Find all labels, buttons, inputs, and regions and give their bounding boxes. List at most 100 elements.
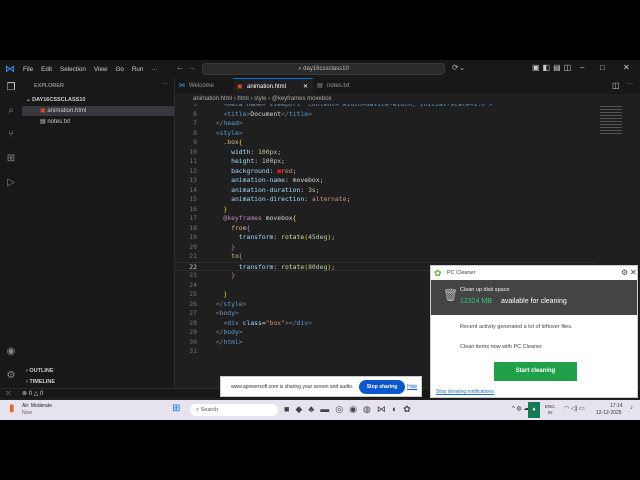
code-token: transform	[238, 262, 274, 271]
search-icon[interactable]: ⌕	[5, 105, 17, 117]
run-debug-icon[interactable]: ▷	[5, 177, 17, 189]
breadcrumb-style[interactable]: style	[254, 96, 266, 102]
menu-file[interactable]: File	[23, 66, 33, 73]
tab-welcome[interactable]: ⋈ Welcome	[175, 78, 233, 94]
system-tray-icons[interactable]: ^ ◍ ☁	[512, 405, 529, 412]
command-center-search[interactable]: ⌕ day16cssclass10	[202, 63, 445, 75]
line-number: 24	[189, 280, 197, 289]
line-number: 9	[193, 138, 197, 146]
error-count: 0	[28, 391, 33, 397]
pc-cleaner-notification: ✿ PC Cleaner ⚙ ✕ 🗑 Clean up disk space 1…	[430, 265, 638, 398]
code-token: :	[300, 185, 309, 194]
weather-icon[interactable]: ▮	[9, 403, 15, 414]
layout-icons[interactable]: ▣◧▤◫	[532, 63, 574, 72]
line-number: 12	[189, 166, 197, 175]
pinned-apps[interactable]: ■◆♣▬◎◉◍⋈◐✿	[284, 404, 417, 415]
code-token: ;	[346, 195, 351, 203]
tab-notes-txt[interactable]: ▤ notes.txt	[313, 78, 358, 94]
tab-animation-html[interactable]: ▣ animation.html ✕	[233, 78, 313, 94]
folder-item[interactable]: ⌄ DAY16CSSCLASS10	[26, 97, 85, 103]
more-actions-icon[interactable]: ···	[627, 81, 633, 87]
breadcrumb-keyframes[interactable]: @keyframes movebox	[272, 96, 332, 102]
line-number: 8	[193, 128, 197, 137]
line-number: 13	[189, 176, 197, 184]
menu-selection[interactable]: Selection	[60, 66, 86, 73]
network-volume-battery-icons[interactable]: ◠ ◁) ▭	[564, 405, 585, 412]
source-control-icon[interactable]: ⑂	[5, 129, 17, 141]
forward-arrow-icon[interactable]: →	[188, 63, 196, 72]
tab-label: notes.txt	[327, 83, 350, 89]
menu-more[interactable]: ···	[151, 66, 157, 73]
breadcrumb-html[interactable]: html	[237, 96, 248, 102]
file-item-animation[interactable]: ▣ animation.html	[22, 106, 174, 116]
clock-date[interactable]: 12-12-2025	[596, 410, 622, 416]
copilot-icon[interactable]: ⟳⌄	[452, 63, 465, 72]
line-content: }	[208, 205, 227, 215]
line-content: </html>	[208, 338, 243, 348]
minimize-icon[interactable]: –	[580, 63, 584, 72]
code-token: rotate	[281, 233, 305, 241]
menu-edit[interactable]: Edit	[41, 66, 52, 73]
split-editor-icon[interactable]: ◫	[612, 81, 620, 90]
start-cleaning-button[interactable]: Start cleaning	[494, 362, 577, 381]
settings-gear-icon[interactable]: ⚙	[621, 268, 628, 277]
stop-sharing-button[interactable]: Stop sharing	[359, 380, 405, 394]
hide-link[interactable]: Hide	[407, 384, 417, 390]
code-token: >	[242, 299, 247, 308]
remote-icon[interactable]: ⤫	[6, 389, 11, 399]
region-label: IN	[548, 410, 553, 415]
vscode-logo-icon: ⋈	[5, 63, 15, 75]
microphone-icon[interactable]: ♦	[528, 402, 540, 418]
text-file-icon: ▤	[40, 119, 46, 125]
breadcrumb-file[interactable]: animation.html	[193, 96, 232, 102]
code-line: 21 to{	[175, 252, 595, 262]
close-icon[interactable]: ✕	[630, 268, 637, 277]
windows-start-icon[interactable]: ⊞	[172, 403, 180, 414]
extensions-icon[interactable]: ⊞	[5, 153, 17, 165]
more-actions-icon[interactable]: ···	[162, 81, 168, 87]
code-line: 12 background: ■red;	[175, 167, 595, 177]
code-token: </	[281, 109, 289, 118]
code-line: 9 .box{	[175, 138, 595, 148]
outline-section[interactable]: › OUTLINE	[26, 368, 54, 374]
menu-view[interactable]: View	[94, 66, 108, 73]
code-token: movebox	[261, 214, 293, 222]
code-token: }	[231, 242, 235, 251]
language-label[interactable]: ENG	[545, 404, 555, 409]
taskbar-search[interactable]: ⌕ Search	[190, 404, 278, 416]
menu-run[interactable]: Run	[132, 66, 144, 73]
file-item-notes[interactable]: ▤ notes.txt	[40, 117, 70, 127]
timeline-section[interactable]: › TIMELINE	[26, 379, 55, 385]
stop-showing-notifications-link[interactable]: Stop showing notifications	[436, 389, 494, 395]
account-icon[interactable]: ◉	[5, 346, 17, 358]
text-file-icon: ▤	[317, 83, 323, 89]
code-line: 8 <style>	[175, 129, 595, 139]
line-content: @keyframes movebox{	[208, 214, 296, 224]
line-number: 28	[189, 318, 197, 327]
problems-indicator[interactable]: ⊗ 0 △ 0	[22, 389, 43, 399]
back-arrow-icon[interactable]: ←	[176, 63, 184, 72]
close-icon[interactable]: ✕	[623, 63, 630, 72]
explorer-icon[interactable]: ❐	[5, 82, 17, 94]
clock-time[interactable]: 17:14	[610, 403, 623, 409]
activity-bar: ❐ ⌕ ⑂ ⊞ ▷ ◉ ⚙	[0, 78, 22, 388]
weather-title[interactable]: Air: Moderate	[22, 403, 52, 409]
html-file-icon: ▣	[237, 84, 243, 90]
line-number: 7	[193, 119, 197, 127]
code-token: head	[223, 119, 239, 127]
menu-go[interactable]: Go	[115, 66, 123, 73]
maximize-icon[interactable]: □	[600, 63, 605, 72]
popup-message-1: Recent activity generated a lot of lefto…	[460, 324, 573, 330]
notification-bell-icon[interactable]: ♪	[630, 405, 633, 411]
code-line: 19 transform: rotate(45deg);	[175, 233, 595, 243]
close-tab-icon[interactable]: ✕	[303, 79, 308, 95]
settings-gear-icon[interactable]: ⚙	[5, 370, 17, 382]
code-line: 14 animation-duration: 3s;	[175, 186, 595, 196]
minimap[interactable]	[600, 106, 622, 136]
code-token: }	[223, 204, 228, 213]
folder-name: DAY16CSSCLASS10	[32, 97, 86, 103]
